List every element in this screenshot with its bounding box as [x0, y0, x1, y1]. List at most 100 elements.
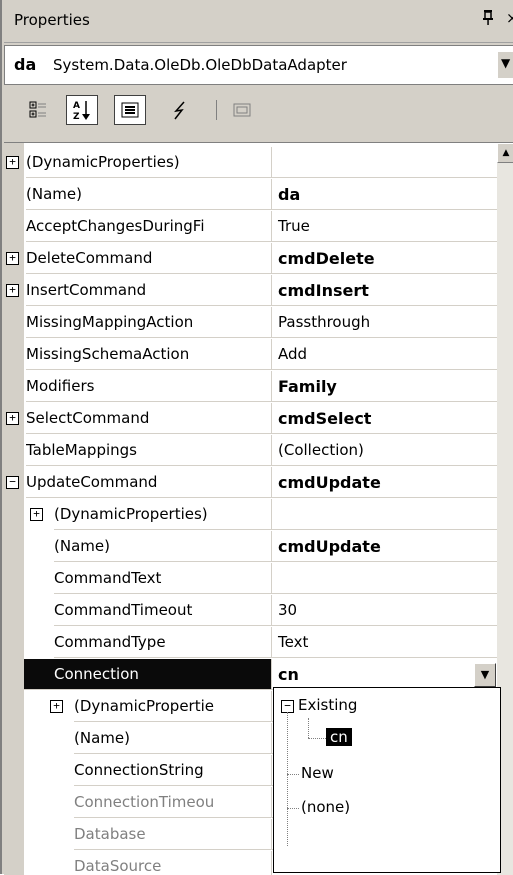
property-pages-icon [233, 103, 251, 117]
tree-connector [287, 774, 299, 775]
property-name: CommandText [54, 563, 271, 594]
categorized-button[interactable] [22, 95, 54, 125]
property-row[interactable]: + (DynamicProperties) [4, 499, 513, 531]
dropdown-item-none[interactable]: (none) [301, 798, 350, 816]
property-value[interactable]: cmdInsert [271, 275, 497, 306]
property-value[interactable]: cmdDelete [271, 243, 497, 274]
svg-text:Z: Z [73, 112, 80, 121]
title-bar: Properties × [4, 0, 513, 43]
property-row[interactable]: TableMappings (Collection) [4, 435, 513, 467]
chevron-down-icon[interactable]: ▼ [474, 663, 496, 687]
property-name: TableMappings [26, 435, 271, 466]
categorized-icon [29, 101, 46, 118]
property-name: CommandType [54, 627, 271, 658]
properties-button[interactable] [114, 95, 146, 125]
chevron-down-icon: ▼ [501, 56, 511, 70]
property-value[interactable]: cn [271, 659, 497, 690]
property-name: MissingMappingAction [26, 307, 271, 338]
property-name: CommandTimeout [54, 595, 271, 626]
property-name: ConnectionTimeou [74, 787, 271, 818]
expand-icon[interactable]: + [6, 284, 19, 297]
property-grid: + (DynamicProperties) (Name) da AcceptChange… [4, 142, 513, 875]
dropdown-item-new[interactable]: New [301, 764, 334, 782]
pin-icon[interactable] [482, 9, 494, 29]
property-row[interactable]: AcceptChangesDuringFi True [4, 211, 513, 243]
tree-connector [308, 718, 309, 738]
expand-icon[interactable]: + [6, 156, 19, 169]
property-name: (Name) [54, 531, 271, 562]
property-name: Connection [24, 659, 271, 690]
properties-window: Properties × da System.Data.OleDb.OleDbD… [0, 0, 513, 875]
lightning-icon [174, 101, 185, 120]
expand-icon[interactable]: + [6, 412, 19, 425]
property-row[interactable]: CommandType Text [4, 627, 513, 659]
toolbar: A Z [4, 88, 513, 132]
close-icon[interactable]: × [506, 9, 513, 27]
property-row[interactable]: + (DynamicProperties) [4, 147, 513, 179]
property-row[interactable]: Modifiers Family [4, 371, 513, 403]
property-name: (Name) [74, 723, 271, 754]
property-name: Modifiers [26, 371, 271, 402]
property-value[interactable]: cmdUpdate [271, 467, 497, 498]
object-name: da [14, 55, 37, 74]
property-value[interactable]: Passthrough [271, 307, 497, 338]
property-value[interactable]: da [271, 179, 497, 210]
property-value[interactable]: (Collection) [271, 435, 497, 466]
alphabetical-button[interactable]: A Z [66, 95, 98, 125]
tree-connector [287, 808, 299, 809]
property-name: (DynamicProperties) [26, 147, 271, 178]
properties-list-icon [121, 102, 139, 118]
property-name: (DynamicPropertie [74, 691, 271, 722]
object-selector[interactable]: da System.Data.OleDb.OleDbDataAdapter ▼ [4, 45, 513, 85]
property-value[interactable] [271, 563, 497, 594]
property-name: Database [74, 819, 271, 850]
property-row[interactable]: CommandText [4, 563, 513, 595]
expand-icon[interactable]: + [30, 508, 43, 521]
expand-icon[interactable]: + [6, 252, 19, 265]
toolbar-separator [216, 100, 217, 120]
events-button[interactable] [164, 95, 196, 125]
property-value[interactable] [271, 499, 497, 530]
svg-text:A: A [73, 101, 80, 111]
property-row[interactable]: CommandTimeout 30 [4, 595, 513, 627]
property-row[interactable]: + SelectCommand cmdSelect [4, 403, 513, 435]
property-row[interactable]: − UpdateCommand cmdUpdate [4, 467, 513, 499]
scroll-up-arrow-icon[interactable]: ▲ [497, 143, 513, 163]
property-name: AcceptChangesDuringFi [26, 211, 271, 242]
tree-connector [287, 712, 288, 846]
property-name: UpdateCommand [26, 467, 271, 498]
property-value[interactable]: cmdSelect [271, 403, 497, 434]
property-row[interactable]: MissingMappingAction Passthrough [4, 307, 513, 339]
dropdown-item-cn[interactable]: cn [326, 728, 352, 746]
property-name: ConnectionString [74, 755, 271, 786]
property-value[interactable]: Text [271, 627, 497, 658]
property-value[interactable]: Family [271, 371, 497, 402]
property-name: MissingSchemaAction [26, 339, 271, 370]
property-name: (Name) [26, 179, 271, 210]
property-row[interactable]: + InsertCommand cmdInsert [4, 275, 513, 307]
property-name: InsertCommand [26, 275, 271, 306]
property-value[interactable]: 30 [271, 595, 497, 626]
property-row[interactable]: (Name) cmdUpdate [4, 531, 513, 563]
window-title: Properties [14, 11, 90, 29]
property-value[interactable]: Add [271, 339, 497, 370]
property-name: DataSource [74, 851, 271, 875]
property-row[interactable]: (Name) da [4, 179, 513, 211]
property-pages-button[interactable] [226, 95, 258, 125]
property-row[interactable]: MissingSchemaAction Add [4, 339, 513, 371]
property-row[interactable]: + DeleteCommand cmdDelete [4, 243, 513, 275]
connection-dropdown-list: − Existing cn New (none) [273, 687, 501, 873]
property-value[interactable] [271, 147, 497, 178]
property-name: DeleteCommand [26, 243, 271, 274]
property-name: (DynamicProperties) [54, 499, 271, 530]
expand-icon[interactable]: + [50, 700, 63, 713]
object-type: System.Data.OleDb.OleDbDataAdapter [53, 56, 347, 74]
property-value[interactable]: cmdUpdate [271, 531, 497, 562]
property-name: SelectCommand [26, 403, 271, 434]
alphabetical-sort-icon: A Z [73, 101, 90, 121]
object-selector-dropdown-button[interactable]: ▼ [497, 52, 513, 78]
property-value[interactable]: True [271, 211, 497, 242]
collapse-icon[interactable]: − [6, 476, 19, 489]
tree-connector [308, 738, 326, 739]
dropdown-item-existing[interactable]: Existing [298, 696, 357, 714]
